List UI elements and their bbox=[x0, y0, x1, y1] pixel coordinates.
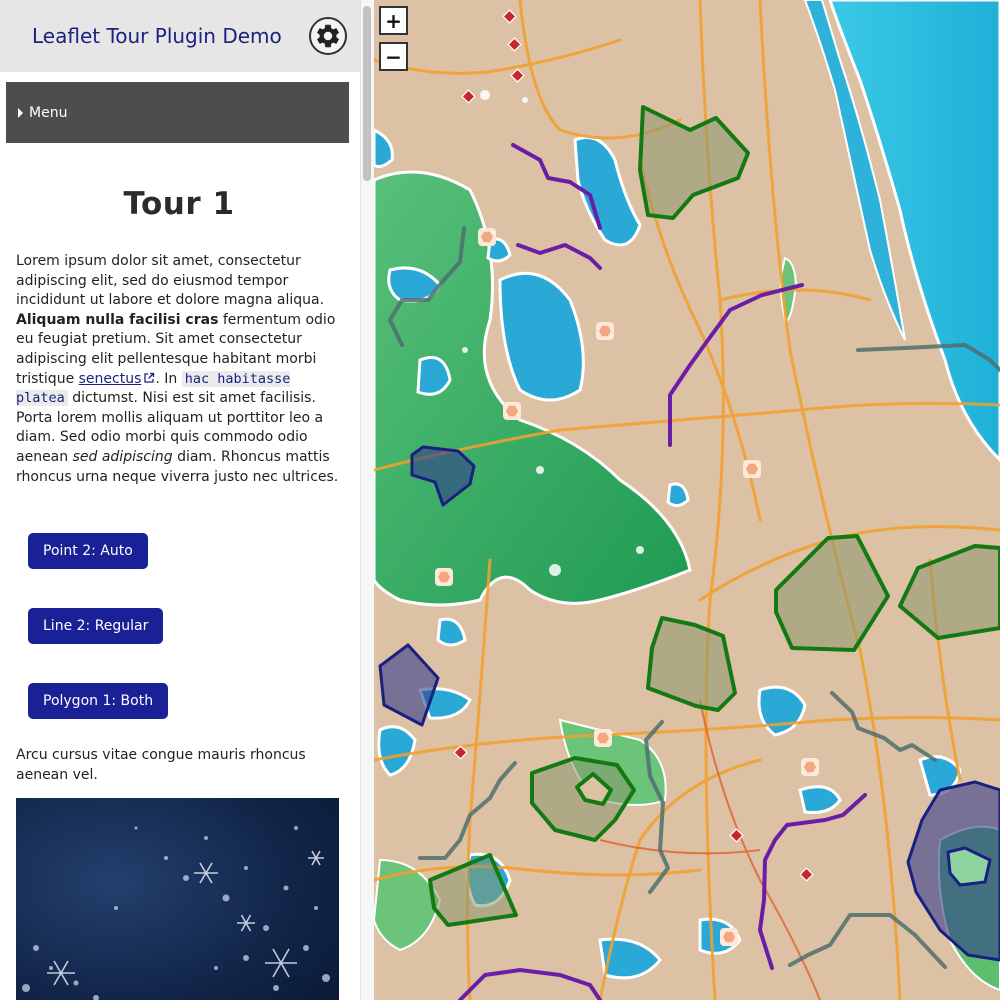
tour-paragraph: Lorem ipsum dolor sit amet, consectetur … bbox=[16, 252, 342, 487]
point-marker[interactable] bbox=[478, 228, 496, 246]
lake bbox=[416, 356, 452, 396]
point-marker[interactable] bbox=[503, 402, 521, 420]
point-marker[interactable] bbox=[594, 729, 612, 747]
polygon-1-button[interactable]: Polygon 1: Both bbox=[28, 683, 169, 719]
site-title: Leaflet Tour Plugin Demo bbox=[32, 24, 282, 48]
settings-button[interactable] bbox=[309, 17, 347, 55]
point-marker[interactable] bbox=[435, 568, 453, 586]
text-run: Lorem ipsum dolor sit amet, consectetur … bbox=[16, 253, 325, 309]
speck bbox=[536, 466, 544, 474]
point-2-button[interactable]: Point 2: Auto bbox=[28, 533, 148, 569]
caret-right-icon bbox=[18, 107, 23, 118]
sidebar: Leaflet Tour Plugin Demo Menu Tour 1 Lor… bbox=[0, 0, 360, 1000]
snowflake-photo bbox=[16, 798, 339, 1000]
point-marker[interactable] bbox=[801, 758, 819, 776]
tour-title: Tour 1 bbox=[123, 186, 235, 222]
speck bbox=[549, 564, 561, 576]
scrollbar-thumb[interactable] bbox=[363, 6, 371, 181]
italic-text: sed adipiscing bbox=[72, 448, 173, 465]
text-run: . In bbox=[155, 370, 182, 387]
speck bbox=[462, 347, 468, 353]
point-marker[interactable] bbox=[720, 928, 738, 946]
line-2-button[interactable]: Line 2: Regular bbox=[28, 608, 164, 644]
speck bbox=[522, 97, 528, 103]
tour-paragraph-2: Arcu cursus vitae congue mauris rhoncus … bbox=[16, 747, 306, 783]
link-text[interactable]: senectus bbox=[79, 371, 142, 387]
zoom-in-button[interactable]: + bbox=[379, 6, 408, 35]
tour-content: Tour 1 Lorem ipsum dolor sit amet, conse… bbox=[16, 150, 342, 1000]
menu-toggle[interactable]: Menu bbox=[6, 82, 349, 143]
zoom-out-button[interactable]: − bbox=[379, 42, 408, 71]
plus-icon: + bbox=[385, 8, 402, 33]
minus-icon: − bbox=[385, 44, 402, 69]
map[interactable] bbox=[374, 0, 1000, 1000]
menu-label: Menu bbox=[29, 104, 68, 121]
map-canvas[interactable] bbox=[374, 0, 1000, 1000]
sidebar-header: Leaflet Tour Plugin Demo bbox=[0, 0, 360, 72]
point-marker[interactable] bbox=[596, 322, 614, 340]
external-link-icon bbox=[144, 372, 155, 383]
speck bbox=[636, 546, 644, 554]
gear-icon bbox=[317, 24, 339, 48]
bold-text: Aliquam nulla facilisi cras bbox=[16, 311, 219, 328]
point-marker[interactable] bbox=[743, 460, 761, 478]
senectus-link[interactable]: senectus bbox=[79, 371, 142, 387]
speck bbox=[480, 90, 490, 100]
